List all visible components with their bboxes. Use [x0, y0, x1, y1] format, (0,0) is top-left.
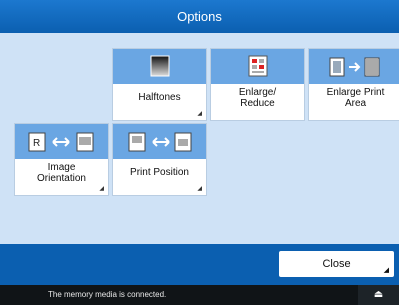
corner-indicator-icon: ◢ — [197, 111, 202, 117]
tile-label: Halftones — [138, 92, 181, 103]
label-line-1: Image — [47, 162, 76, 173]
tile-label: Print Position — [130, 167, 189, 178]
enlarge-reduce-icon — [248, 55, 268, 77]
enlarge-print-area-button[interactable]: Enlarge Print Area — [309, 49, 399, 120]
corner-indicator-icon: ◢ — [197, 186, 202, 192]
status-bar: The memory media is connected. ⏏ — [0, 285, 399, 305]
options-panel: Halftones ◢ Enlarge/ Reduce Enlarge Prin… — [0, 33, 399, 244]
close-button[interactable]: Close ◢ — [279, 251, 394, 277]
eject-icon: ⏏ — [373, 289, 384, 300]
corner-indicator-icon: ◢ — [383, 267, 389, 274]
print-position-icon — [128, 132, 192, 152]
enlarge-reduce-button[interactable]: Enlarge/ Reduce — [211, 49, 304, 120]
corner-indicator-icon: ◢ — [99, 186, 104, 192]
tile-label: Enlarge Print Area — [309, 87, 399, 109]
tile-label: Enlarge/ Reduce — [211, 87, 304, 109]
svg-text:R: R — [33, 138, 40, 149]
print-position-button[interactable]: Print Position ◢ — [113, 124, 206, 195]
label-line-2: Reduce — [240, 98, 275, 109]
label-line-1: Enlarge/ — [238, 87, 277, 98]
close-label: Close — [322, 258, 351, 270]
eject-button[interactable]: ⏏ — [358, 285, 399, 305]
label-line-2: Orientation — [37, 173, 86, 184]
halftones-button[interactable]: Halftones ◢ — [113, 49, 206, 120]
enlarge-print-area-icon — [329, 57, 380, 77]
status-message: The memory media is connected. — [48, 290, 167, 299]
window-title: Options — [0, 0, 399, 33]
label-line-1: Enlarge Print — [326, 87, 385, 98]
tile-label: Image Orientation — [15, 162, 108, 184]
image-orientation-icon: R — [28, 132, 94, 152]
halftone-icon — [150, 55, 170, 77]
image-orientation-button[interactable]: R Image Orientation ◢ — [15, 124, 108, 195]
label-line-2: Area — [344, 98, 367, 109]
